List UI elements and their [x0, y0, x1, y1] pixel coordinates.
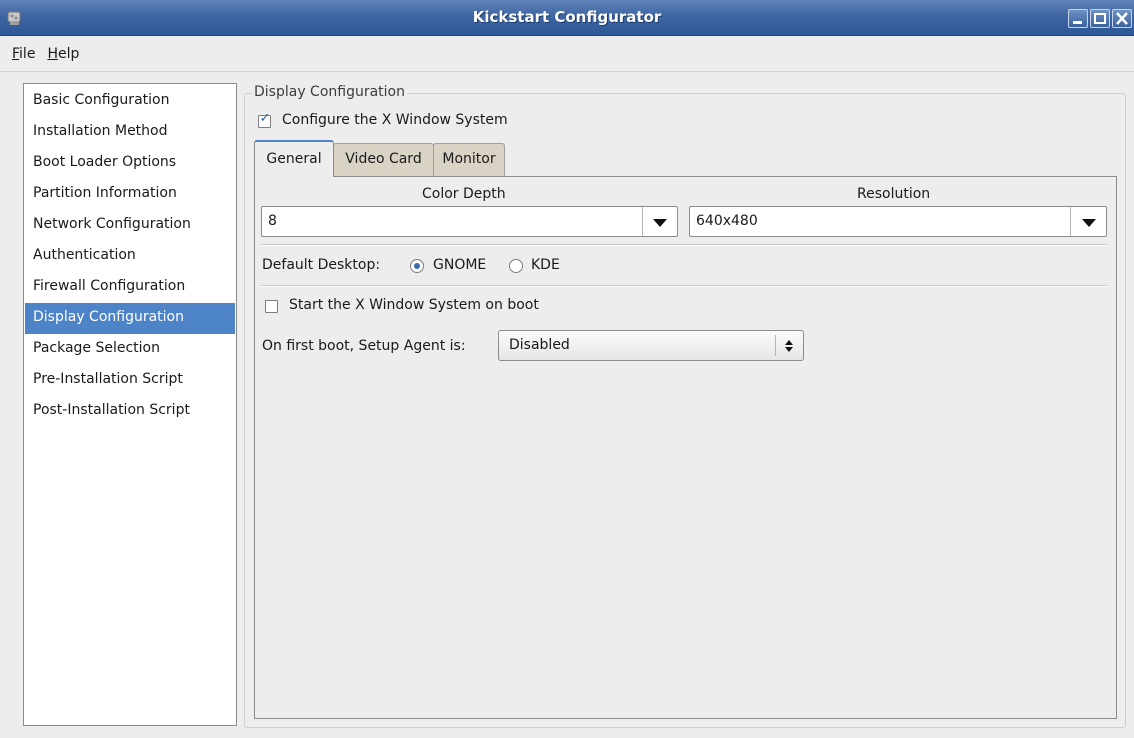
sidebar-item-package-selection[interactable]: Package Selection	[25, 334, 235, 365]
close-icon	[1116, 12, 1128, 25]
general-tab-panel	[254, 176, 1117, 719]
separator	[261, 285, 1107, 287]
combo-separator	[642, 207, 643, 236]
start-x-on-boot-checkbox[interactable]	[265, 300, 278, 313]
window-title: Kickstart Configurator	[472, 8, 662, 26]
gnome-radio[interactable]	[410, 259, 424, 273]
sidebar-item-network-configuration[interactable]: Network Configuration	[25, 210, 235, 241]
resolution-label: Resolution	[857, 186, 931, 202]
menu-file-mnemonic: F	[12, 45, 20, 62]
menu-file-label: ile	[19, 45, 36, 62]
kde-radio[interactable]	[509, 259, 523, 273]
resolution-value: 640x480	[696, 213, 758, 229]
menu-help-mnemonic: H	[47, 45, 58, 62]
separator	[261, 244, 1107, 246]
tab-general[interactable]: General	[254, 140, 334, 177]
menu-file[interactable]: File	[12, 42, 35, 66]
updown-arrow-icon	[785, 340, 793, 352]
color-depth-combo[interactable]: 8	[261, 206, 678, 237]
sidebar-item-display-configuration[interactable]: Display Configuration	[25, 303, 235, 334]
configure-x-label[interactable]: Configure the X Window System	[282, 112, 508, 128]
menu-bar: File Help	[0, 36, 1134, 72]
gnome-label[interactable]: GNOME	[433, 257, 486, 273]
configure-x-checkbox[interactable]: ✓	[258, 111, 271, 128]
select-separator	[775, 335, 776, 356]
color-depth-label: Color Depth	[422, 186, 506, 202]
maximize-button[interactable]	[1090, 9, 1110, 28]
sidebar-item-installation-method[interactable]: Installation Method	[25, 117, 235, 148]
setup-agent-label: On first boot, Setup Agent is:	[262, 338, 466, 354]
frame-title: Display Configuration	[252, 84, 407, 100]
sidebar-item-basic-configuration[interactable]: Basic Configuration	[25, 86, 235, 117]
check-icon: ✓	[259, 111, 271, 126]
color-depth-value: 8	[268, 213, 277, 229]
radio-selected-dot	[414, 263, 420, 269]
minimize-button[interactable]	[1068, 9, 1088, 28]
tab-monitor[interactable]: Monitor	[433, 143, 505, 176]
start-x-on-boot-label[interactable]: Start the X Window System on boot	[289, 297, 539, 313]
dropdown-arrow-icon[interactable]	[653, 219, 667, 227]
dropdown-arrow-icon[interactable]	[1082, 219, 1096, 227]
default-desktop-label: Default Desktop:	[262, 257, 381, 273]
window-controls	[1068, 9, 1132, 28]
sidebar-item-partition-information[interactable]: Partition Information	[25, 179, 235, 210]
menu-help[interactable]: Help	[47, 42, 79, 66]
tab-video-card[interactable]: Video Card	[333, 143, 434, 176]
setup-agent-value: Disabled	[509, 337, 570, 353]
combo-separator	[1070, 207, 1071, 236]
sidebar-list[interactable]: Basic Configuration Installation Method …	[23, 83, 237, 726]
title-bar[interactable]: Kickstart Configurator	[0, 0, 1134, 36]
maximize-icon	[1094, 13, 1106, 24]
menu-help-label: elp	[57, 45, 80, 62]
resolution-combo[interactable]: 640x480	[689, 206, 1107, 237]
sidebar-item-pre-installation-script[interactable]: Pre-Installation Script	[25, 365, 235, 396]
sidebar-item-post-installation-script[interactable]: Post-Installation Script	[25, 396, 235, 427]
minimize-icon	[1073, 21, 1082, 24]
sidebar-item-boot-loader-options[interactable]: Boot Loader Options	[25, 148, 235, 179]
sidebar-item-firewall-configuration[interactable]: Firewall Configuration	[25, 272, 235, 303]
setup-agent-select[interactable]: Disabled	[498, 330, 804, 361]
kde-label[interactable]: KDE	[531, 257, 560, 273]
sidebar-item-authentication[interactable]: Authentication	[25, 241, 235, 272]
close-button[interactable]	[1112, 9, 1132, 28]
